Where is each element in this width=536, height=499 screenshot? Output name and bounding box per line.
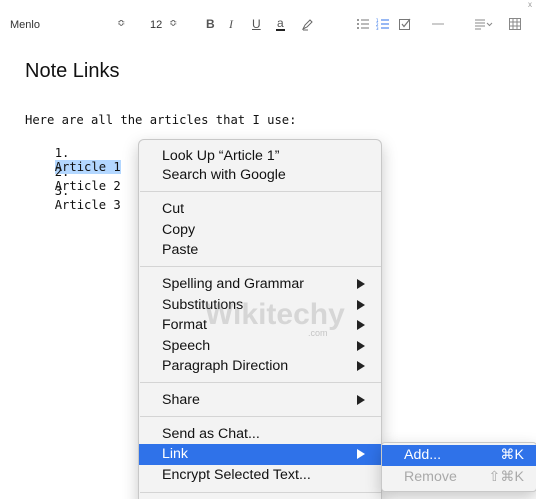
font-size-field[interactable]: 12 bbox=[150, 19, 162, 31]
menu-item-share[interactable]: Share bbox=[139, 390, 381, 411]
menu-item-speech[interactable]: Speech bbox=[139, 336, 381, 357]
menu-item-label: Speech bbox=[162, 338, 211, 354]
alignment-menu-icon[interactable] bbox=[474, 17, 494, 31]
underline-button[interactable]: U bbox=[252, 17, 261, 31]
font-family-stepper-icon[interactable]: ≎ bbox=[117, 17, 125, 31]
menu-item-look-up[interactable]: Look Up “Article 1” bbox=[139, 146, 381, 167]
menu-item-send-as-chat[interactable]: Send as Chat... bbox=[139, 424, 381, 445]
list-item[interactable]: 3. Article 3 bbox=[40, 170, 121, 212]
keyboard-shortcut: ⌘K bbox=[500, 447, 524, 463]
menu-item-encrypt[interactable]: Encrypt Selected Text... bbox=[139, 465, 381, 486]
submenu-arrow-icon bbox=[357, 341, 365, 351]
menu-item-search-google[interactable]: Search with Google bbox=[139, 165, 381, 186]
menu-item-label: Share bbox=[162, 392, 200, 408]
link-submenu: Add... ⌘K Remove ⇧⌘K bbox=[381, 442, 536, 492]
bullet-list-icon[interactable] bbox=[356, 17, 370, 31]
intro-text[interactable]: Here are all the articles that I use: bbox=[25, 113, 297, 127]
menu-item-paste[interactable]: Paste bbox=[139, 240, 381, 261]
watermark-domain: .com bbox=[308, 328, 328, 338]
horizontal-rule-icon[interactable] bbox=[431, 17, 445, 31]
menu-item-label: Send as Chat... bbox=[162, 426, 260, 442]
submenu-arrow-icon bbox=[357, 361, 365, 371]
note-title[interactable]: Note Links bbox=[25, 60, 120, 83]
submenu-item-label: Add... bbox=[404, 447, 442, 463]
watermark-logo: Wikitechy bbox=[205, 298, 345, 331]
menu-item-spelling-grammar[interactable]: Spelling and Grammar bbox=[139, 274, 381, 295]
submenu-item-label: Remove bbox=[404, 469, 457, 485]
menu-item-label: Cut bbox=[162, 201, 185, 217]
corner-mark: x bbox=[528, 0, 532, 9]
highlight-pen-icon[interactable] bbox=[301, 17, 315, 31]
text-color-button[interactable]: a bbox=[276, 17, 285, 31]
menu-item-label: Copy bbox=[162, 222, 196, 238]
list-number: 3. bbox=[54, 184, 70, 198]
svg-text:3: 3 bbox=[376, 26, 379, 31]
bold-button[interactable]: B bbox=[206, 17, 215, 31]
menu-separator bbox=[140, 191, 381, 192]
menu-item-paragraph-direction[interactable]: Paragraph Direction bbox=[139, 356, 381, 377]
menu-separator bbox=[140, 492, 381, 493]
menu-item-link[interactable]: Link bbox=[139, 444, 381, 465]
format-toolbar: Menlo ≎ 12 ≎ B I U a 1 2 3 x bbox=[0, 0, 536, 44]
submenu-arrow-icon bbox=[357, 320, 365, 330]
italic-button[interactable]: I bbox=[229, 17, 233, 31]
submenu-arrow-icon bbox=[357, 395, 365, 405]
menu-item-label: Encrypt Selected Text... bbox=[162, 467, 311, 483]
menu-item-label: Search with Google bbox=[162, 167, 286, 183]
menu-item-label: Paragraph Direction bbox=[162, 358, 289, 374]
submenu-arrow-icon bbox=[357, 300, 365, 310]
menu-item-cut[interactable]: Cut bbox=[139, 199, 381, 220]
keyboard-shortcut: ⇧⌘K bbox=[488, 469, 524, 485]
menu-separator bbox=[140, 416, 381, 417]
submenu-item-remove-link: Remove ⇧⌘K bbox=[382, 467, 536, 488]
menu-item-label: Spelling and Grammar bbox=[162, 276, 304, 292]
submenu-arrow-icon bbox=[357, 279, 365, 289]
numbered-list-icon[interactable]: 1 2 3 bbox=[376, 17, 390, 31]
menu-separator bbox=[140, 382, 381, 383]
menu-item-copy[interactable]: Copy bbox=[139, 220, 381, 241]
menu-separator bbox=[140, 266, 381, 267]
checklist-icon[interactable] bbox=[398, 17, 412, 31]
menu-item-label: Link bbox=[162, 446, 189, 462]
list-item-text[interactable]: Article 3 bbox=[55, 198, 121, 212]
submenu-arrow-icon bbox=[357, 449, 365, 459]
menu-item-label: Format bbox=[162, 317, 207, 333]
font-family-select[interactable]: Menlo bbox=[10, 19, 40, 31]
table-icon[interactable] bbox=[508, 17, 522, 31]
submenu-item-add-link[interactable]: Add... ⌘K bbox=[382, 445, 536, 466]
menu-item-label: Paste bbox=[162, 242, 199, 258]
menu-item-label: Look Up “Article 1” bbox=[162, 148, 280, 164]
font-size-stepper-icon[interactable]: ≎ bbox=[169, 17, 177, 31]
